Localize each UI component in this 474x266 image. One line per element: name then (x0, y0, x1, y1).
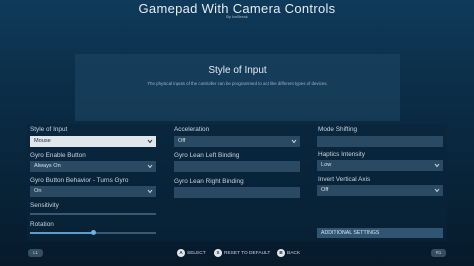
rotation-label: Rotation (30, 221, 54, 228)
chevron-down-icon (433, 160, 441, 171)
gyro-enable-dropdown[interactable]: Always On (30, 161, 156, 172)
gyro-lean-left-binding[interactable] (174, 161, 300, 172)
footer-bar: L1 A SELECT X RESET TO DEFAULT B BACK R1 (0, 246, 474, 266)
gyro-behavior-dropdown[interactable]: On (30, 186, 156, 197)
gyro-enable-value: Always On (34, 163, 61, 169)
panel-title: Style of Input (208, 65, 267, 76)
description-panel: Style of Input The physical inputs of th… (75, 54, 400, 121)
sensitivity-label: Sensitivity (30, 202, 59, 209)
haptics-intensity-value: Low (321, 162, 332, 168)
sensitivity-slider[interactable] (30, 213, 156, 215)
author-credit: By IceBreak (226, 14, 248, 19)
mode-shifting-field[interactable] (317, 136, 443, 147)
select-hint[interactable]: A SELECT (177, 248, 206, 258)
right-bumper-button[interactable]: R1 (431, 249, 446, 257)
gyro-lean-right-binding[interactable] (174, 187, 300, 198)
mode-shifting-label: Mode Shifting (318, 126, 358, 133)
chevron-down-icon (146, 186, 154, 197)
b-button-icon: B (277, 249, 285, 257)
reset-label: RESET TO DEFAULT (224, 250, 271, 256)
x-button-icon: X (214, 249, 222, 257)
gyro-behavior-value: On (34, 188, 42, 194)
a-button-icon: A (177, 249, 185, 257)
invert-vertical-dropdown[interactable]: Off (317, 185, 443, 196)
style-of-input-value: Mouse (34, 138, 51, 144)
select-label: SELECT (187, 250, 206, 256)
panel-description: The physical inputs of the controller ca… (147, 81, 328, 86)
chevron-down-icon (433, 185, 441, 196)
gyro-enable-label: Gyro Enable Button (30, 152, 86, 159)
reset-hint[interactable]: X RESET TO DEFAULT (214, 248, 270, 258)
chevron-down-icon (290, 136, 298, 147)
rotation-slider-fill (30, 232, 93, 234)
haptics-intensity-label: Haptics Intensity (318, 151, 365, 158)
acceleration-dropdown[interactable]: Off (174, 136, 300, 147)
style-of-input-label: Style of Input (30, 126, 68, 133)
invert-vertical-value: Off (321, 187, 329, 193)
haptics-intensity-dropdown[interactable]: Low (317, 160, 443, 171)
chevron-down-icon (146, 161, 154, 172)
invert-vertical-label: Invert Vertical Axis (318, 176, 371, 183)
gyro-lean-right-label: Gyro Lean Right Binding (174, 178, 244, 185)
rotation-slider-knob[interactable] (90, 230, 96, 235)
acceleration-label: Acceleration (174, 126, 210, 133)
gyro-behavior-label: Gyro Button Behavior - Turns Gyro (30, 177, 129, 184)
back-label: BACK (287, 250, 301, 256)
acceleration-value: Off (178, 138, 186, 144)
back-hint[interactable]: B BACK (277, 248, 300, 258)
rotation-slider[interactable] (30, 230, 156, 235)
left-bumper-button[interactable]: L1 (28, 249, 43, 257)
gyro-lean-left-label: Gyro Lean Left Binding (174, 152, 240, 159)
chevron-down-icon (146, 136, 154, 147)
style-of-input-dropdown[interactable]: Mouse (30, 136, 156, 147)
additional-settings-button[interactable]: ADDITIONAL SETTINGS (317, 228, 443, 238)
